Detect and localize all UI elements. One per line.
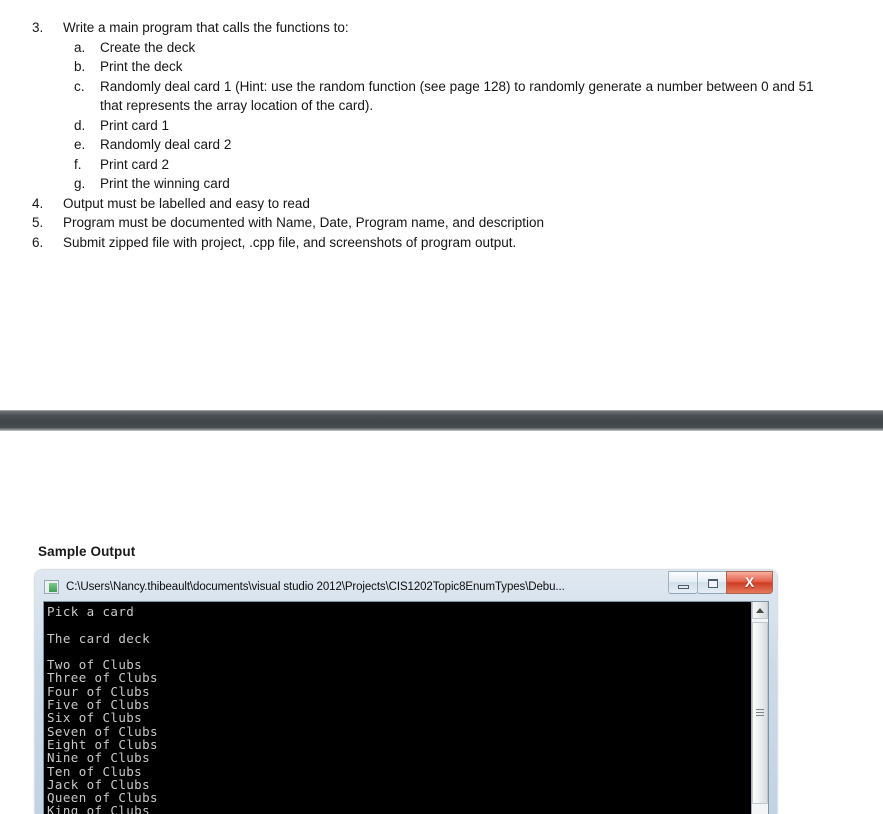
list-item: d. Print card 1: [0, 116, 883, 136]
console-client-area[interactable]: Pick a card The card deck Two of Clubs Thre…: [43, 601, 769, 814]
list-item-marker: 3.: [32, 20, 44, 35]
console-scrollbar[interactable]: [751, 602, 768, 814]
maximize-button[interactable]: [697, 571, 727, 594]
list-item-text: Write a main program that calls the func…: [63, 20, 349, 35]
list-item-marker: c.: [74, 78, 85, 94]
minimize-button[interactable]: [668, 571, 698, 594]
list-item: a. Create the deck: [0, 38, 883, 58]
assignment-instructions: 3. Write a main program that calls the fu…: [0, 0, 883, 252]
console-output-text: Pick a card The card deck Two of Clubs Thre…: [44, 602, 751, 814]
sample-output-heading: Sample Output: [38, 544, 136, 559]
console-line: Ten of Clubs: [47, 763, 143, 779]
list-item: 3. Write a main program that calls the fu…: [0, 18, 883, 38]
list-item-marker: e.: [74, 137, 86, 152]
list-item-marker: 6.: [32, 234, 44, 250]
console-line: The card deck: [47, 630, 151, 646]
list-item-text: Randomly deal card 2: [100, 137, 232, 152]
console-line: Five of Clubs: [47, 697, 151, 713]
scrollbar-track[interactable]: [752, 619, 768, 814]
console-line: Six of Clubs: [47, 710, 143, 726]
list-item-text: Program must be documented with Name, Da…: [63, 215, 544, 230]
list-item-marker: b.: [74, 59, 86, 74]
grip-icon: [756, 709, 764, 717]
list-item-text: Output must be labelled and easy to read: [63, 195, 310, 211]
console-titlebar[interactable]: C:\Users\Nancy.thibeault\documents\visua…: [39, 571, 773, 599]
list-item: 4. Output must be labelled and easy to re…: [0, 194, 883, 214]
close-icon: X: [744, 574, 755, 590]
scroll-up-button[interactable]: [752, 602, 768, 619]
console-line: Two of Clubs: [47, 657, 143, 673]
list-item-text: Print the winning card: [100, 176, 230, 191]
list-item: g. Print the winning card: [0, 174, 883, 194]
list-item: 5. Program must be documented with Name, …: [0, 213, 883, 233]
list-item: e. Randomly deal card 2: [0, 135, 883, 155]
list-item-marker: 4.: [32, 195, 44, 211]
console-line: Four of Clubs: [47, 683, 151, 699]
list-item-text: Submit zipped file with project, .cpp fi…: [63, 234, 517, 250]
console-line: Queen of Clubs: [47, 790, 158, 806]
console-icon: [44, 579, 59, 594]
console-line: Pick a card: [47, 604, 135, 619]
list-item-marker: d.: [74, 117, 86, 133]
list-item-marker: f.: [74, 156, 82, 172]
list-item: c. Randomly deal card 1 (Hint: use the ra…: [0, 77, 883, 116]
list-item: b. Print the deck: [0, 57, 883, 77]
window-controls: X: [668, 571, 773, 594]
window-frame: C:\Users\Nancy.thibeault\documents\visua…: [39, 571, 773, 814]
console-line: Three of Clubs: [47, 670, 158, 686]
list-item-text: Randomly deal card 1 (Hint: use the rand…: [100, 78, 814, 114]
list-item-marker: 5.: [32, 215, 44, 230]
console-line: Seven of Clubs: [47, 723, 158, 739]
list-item: f. Print card 2: [0, 155, 883, 175]
console-window[interactable]: C:\Users\Nancy.thibeault\documents\visua…: [35, 570, 777, 814]
list-item-text: Print card 2: [100, 156, 170, 172]
list-item-text: Print card 1: [100, 117, 170, 133]
list-item-marker: g.: [74, 176, 86, 191]
list-item-marker: a.: [74, 39, 86, 55]
arrow-up-icon: [756, 608, 764, 613]
list-item-text: Create the deck: [100, 39, 196, 55]
console-line: Nine of Clubs: [47, 750, 151, 766]
console-line: Jack of Clubs: [47, 776, 151, 792]
page-separator-band: [0, 410, 883, 431]
scrollbar-thumb[interactable]: [752, 622, 768, 804]
console-line: King of Clubs: [47, 803, 151, 814]
window-title: C:\Users\Nancy.thibeault\documents\visua…: [66, 580, 565, 593]
list-item-text: Print the deck: [100, 59, 183, 74]
list-item: 6. Submit zipped file with project, .cpp …: [0, 233, 883, 253]
console-line: Eight of Clubs: [47, 736, 158, 752]
close-button[interactable]: X: [726, 571, 773, 594]
